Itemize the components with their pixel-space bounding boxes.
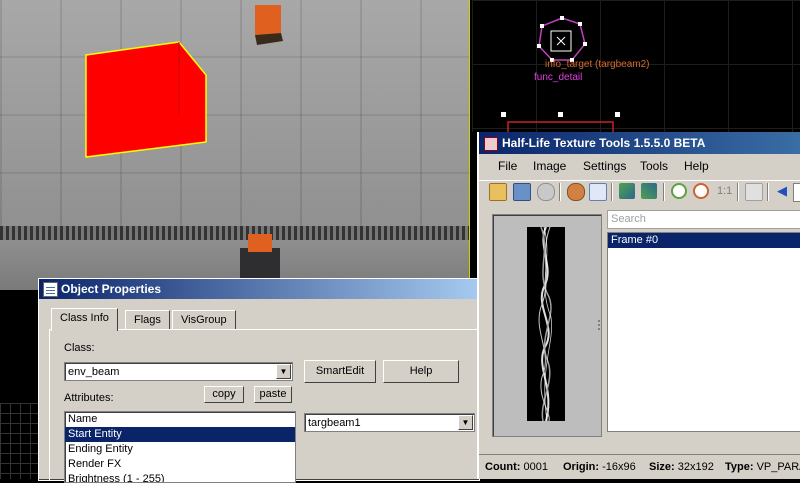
menu-file[interactable]: File [498,159,517,173]
attributes-label: Attributes: [64,392,114,404]
paste-button[interactable]: paste [254,386,292,403]
tab-visgroup[interactable]: VisGroup [172,310,236,330]
toolbar-separator [559,183,561,201]
flip-vertical-icon[interactable] [641,183,657,199]
entity-handles[interactable] [537,16,587,62]
orange-box[interactable] [255,5,283,45]
attribute-row-selected[interactable]: Start Entity [65,427,295,442]
toolbar-separator [737,183,739,201]
copy-icon[interactable] [589,183,607,201]
attribute-row[interactable]: Name [65,412,295,427]
status-type-label: Type: [725,461,754,473]
search-input[interactable]: Search [607,210,800,229]
status-origin-label: Origin: [563,461,600,473]
chevron-down-icon[interactable]: ▼ [458,415,473,430]
open-folder-icon[interactable] [489,183,507,201]
attribute-row[interactable]: Render FX [65,457,295,472]
viewport-2d-top[interactable]: info_target (targbeam2) func_detail [472,0,800,132]
class-label: Class: [64,342,95,354]
entity-label: info_target (targbeam2) [545,59,650,70]
frame-list[interactable]: Frame #0 [607,232,800,432]
status-count-value: 0001 [523,461,548,473]
palette-icon[interactable] [567,183,585,201]
frame-field[interactable] [793,183,800,202]
smartedit-button[interactable]: SmartEdit [304,360,376,383]
status-size-label: Size: [649,461,675,473]
toolbar-separator [611,183,613,201]
frame-row-selected[interactable]: Frame #0 [608,233,800,248]
viewport-divider [469,0,470,290]
entity-x-icon [556,36,566,46]
menu-help[interactable]: Help [684,159,709,173]
chevron-down-icon[interactable]: ▼ [276,364,291,379]
brush-label: func_detail [534,72,583,83]
menu-tools[interactable]: Tools [640,159,668,173]
value-select[interactable]: targbeam1 ▼ [304,413,475,432]
status-origin: Origin: -16x96 [563,456,636,478]
grid-icon[interactable] [745,183,763,201]
hltt-window: Half-Life Texture Tools 1.5.5.0 BETA Fil… [477,132,800,479]
dialog-title: Object Properties [61,282,162,296]
menu-settings[interactable]: Settings [583,159,626,173]
status-type: Type: VP_PARA [725,456,800,478]
object-properties-titlebar[interactable]: Object Properties [39,279,479,299]
attributes-list[interactable]: Name Start Entity Ending Entity Render F… [64,411,296,483]
save-icon[interactable] [513,183,531,201]
statusbar: Count: 0001 Origin: -16x96 Size: 32x192 … [479,454,800,480]
brush-handles[interactable] [501,112,620,117]
play-icon[interactable] [537,183,555,201]
wall-vent-strip [0,226,470,240]
zoom-out-icon[interactable] [693,183,709,199]
viewport-2d-side[interactable] [0,403,40,479]
attribute-row[interactable]: Brightness (1 - 255) [65,472,295,482]
status-origin-value: -16x96 [602,461,636,473]
brush-outline [507,121,614,132]
properties-icon [43,282,58,297]
hltt-title-text: Half-Life Texture Tools 1.5.5.0 BETA [502,136,706,150]
value-select-text: targbeam1 [308,417,361,429]
class-select-value: env_beam [68,366,120,378]
menu-image[interactable]: Image [533,159,566,173]
zoom-reset-button[interactable]: 1:1 [717,185,732,197]
app-icon [484,137,498,151]
beam-texture-image [527,227,565,421]
tab-flags[interactable]: Flags [125,310,170,330]
selected-red-cube[interactable] [84,40,209,158]
status-size: Size: 32x192 [649,456,714,478]
pane-splitter[interactable] [597,320,601,332]
texture-preview-pane[interactable] [492,214,602,437]
previous-frame-icon[interactable]: ◀ [777,183,787,199]
attribute-row[interactable]: Ending Entity [65,442,295,457]
toolbar: 1:1 ◀ [479,180,800,203]
help-button[interactable]: Help [383,360,459,383]
toolbar-separator [767,183,769,201]
object-properties-dialog: Object Properties Class Info Flags VisGr… [38,278,490,483]
toolbar-separator [663,183,665,201]
hltt-titlebar[interactable]: Half-Life Texture Tools 1.5.5.0 BETA [479,132,800,154]
menubar: File Image Settings Tools Help [479,156,800,176]
tab-class-info[interactable]: Class Info [51,308,118,331]
status-size-value: 32x192 [677,461,714,473]
viewport-3d[interactable] [0,0,470,290]
status-count: Count: 0001 [485,456,548,478]
zoom-in-icon[interactable] [671,183,687,199]
copy-button[interactable]: copy [204,386,244,403]
flip-horizontal-icon[interactable] [619,183,635,199]
class-select[interactable]: env_beam ▼ [64,362,293,381]
status-type-value: VP_PARA [756,461,800,473]
status-count-label: Count: [485,461,521,473]
